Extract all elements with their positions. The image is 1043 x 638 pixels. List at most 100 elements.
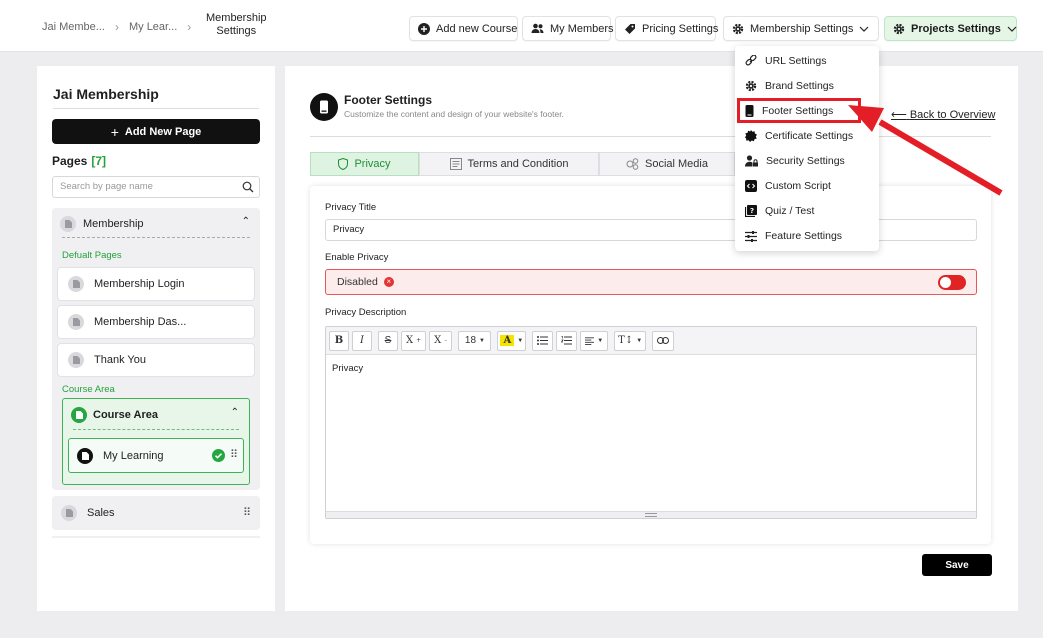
plus-icon: +: [110, 123, 119, 140]
gear-icon: [732, 23, 744, 34]
menu-item-label: Certificate Settings: [765, 130, 854, 142]
page-title: Footer Settings: [344, 93, 433, 107]
text-color-icon: A: [500, 335, 515, 346]
menu-item-feature-settings[interactable]: Feature Settings: [745, 230, 842, 242]
gear-icon: [745, 80, 757, 92]
page-search-input[interactable]: Search by page name: [52, 176, 260, 198]
subscript-button[interactable]: X ₋: [429, 330, 453, 351]
privacy-title-label: Privacy Title: [325, 202, 377, 213]
pages-count: [7]: [91, 154, 107, 168]
site-title: Jai Membership: [53, 86, 259, 109]
menu-item-custom-script[interactable]: Custom Script: [745, 180, 831, 192]
menu-item-label: Custom Script: [765, 180, 831, 192]
page-item-thank-you[interactable]: Thank You: [57, 343, 255, 377]
projects-settings-label: Projects Settings: [911, 22, 1001, 35]
numbered-list-button[interactable]: [556, 330, 578, 351]
drag-handle-icon[interactable]: ⠿: [243, 506, 251, 519]
add-course-button[interactable]: Add new Course: [409, 16, 518, 41]
menu-item-certificate-settings[interactable]: Certificate Settings: [745, 130, 853, 142]
top-bar: Jai Membe... › My Lear... › Membership S…: [0, 0, 1043, 52]
svg-text:?: ?: [750, 207, 754, 215]
italic-button[interactable]: I: [352, 330, 372, 351]
chevron-up-icon[interactable]: ⌃: [231, 407, 239, 418]
sales-label: Sales: [87, 507, 115, 519]
chevron-down-icon: [1007, 26, 1017, 32]
document-icon: [61, 505, 77, 521]
page-item-label: My Learning: [103, 449, 164, 462]
editor-resize-handle[interactable]: [326, 511, 976, 518]
enable-privacy-toggle[interactable]: [938, 275, 966, 290]
document-lines-icon: [449, 158, 462, 170]
menu-item-label: URL Settings: [765, 55, 827, 67]
back-label: Back to Overview: [909, 109, 996, 121]
divider: [62, 237, 250, 238]
default-pages-label: Defualt Pages: [62, 250, 122, 261]
page-item-membership-dashboard[interactable]: Membership Das...: [57, 305, 255, 339]
text-color-button[interactable]: A ▼: [497, 330, 527, 351]
superscript-button[interactable]: X +: [401, 330, 427, 351]
arrow-left-icon: ⟵: [891, 109, 907, 121]
caret-down-icon: ▼: [517, 337, 524, 344]
bullet-list-button[interactable]: [532, 330, 554, 351]
code-icon: [745, 180, 757, 192]
font-size-select[interactable]: 18 ▼: [458, 330, 492, 351]
footer-settings-panel: Footer Settings Customize the content an…: [285, 66, 1018, 611]
menu-item-url-settings[interactable]: URL Settings: [745, 55, 826, 67]
page-item-my-learning[interactable]: My Learning ⠿: [68, 438, 244, 473]
projects-settings-button[interactable]: Projects Settings: [884, 16, 1017, 41]
chevron-up-icon[interactable]: ⌃: [242, 216, 250, 227]
membership-settings-button[interactable]: Membership Settings: [723, 16, 879, 41]
tab-label: Terms and Condition: [467, 158, 569, 170]
editor-toolbar: B I S X + X ₋ 18 ▼ A ▼ ▼ T↕ ▼: [326, 327, 976, 355]
users-icon: [531, 23, 544, 33]
pages-heading: Pages [7]: [52, 154, 106, 168]
menu-item-quiz-test[interactable]: ? Quiz / Test: [745, 205, 814, 217]
strikethrough-button[interactable]: S: [378, 330, 398, 351]
next-group-edge: [52, 536, 260, 538]
breadcrumb-page[interactable]: My Lear...: [129, 21, 177, 33]
link-button[interactable]: [652, 330, 675, 351]
menu-item-security-settings[interactable]: Security Settings: [745, 155, 845, 167]
add-course-label: Add new Course: [436, 22, 518, 35]
settings-tabs: Privacy Terms and Condition Social Media: [310, 152, 735, 176]
page-item-membership-login[interactable]: Membership Login: [57, 267, 255, 301]
tab-label: Social Media: [645, 158, 708, 170]
tab-label: Privacy: [354, 158, 391, 170]
text-style-select[interactable]: T↕ ▼: [614, 330, 647, 351]
bold-button[interactable]: B: [329, 330, 349, 351]
enable-privacy-row: Disabled ×: [325, 269, 977, 295]
privacy-title-input[interactable]: Privacy: [325, 219, 977, 241]
tab-terms[interactable]: Terms and Condition: [419, 152, 599, 176]
align-select[interactable]: ▼: [580, 330, 609, 351]
phone-icon: [310, 93, 338, 121]
course-area-header[interactable]: Course Area: [71, 407, 158, 423]
membership-group-title: Membership: [83, 218, 144, 230]
my-members-button[interactable]: My Members: [522, 16, 614, 41]
menu-item-label: Quiz / Test: [765, 205, 815, 217]
drag-handle-icon[interactable]: ⠿: [230, 448, 238, 461]
document-icon: [77, 447, 93, 464]
back-to-overview-link[interactable]: ⟵ Back to Overview: [891, 108, 995, 121]
numbered-list-icon: [561, 336, 573, 345]
search-icon: [242, 181, 254, 193]
tab-social-media[interactable]: Social Media: [599, 152, 735, 176]
highlight-box: [737, 98, 861, 123]
membership-page-group: Membership ⌃ Defualt Pages Membership Lo…: [52, 208, 260, 490]
divider: [73, 429, 239, 430]
document-icon: [68, 276, 84, 292]
course-area-group: Course Area ⌃ My Learning ⠿: [62, 398, 250, 485]
tab-privacy[interactable]: Privacy: [310, 152, 419, 176]
page-group-sales[interactable]: Sales ⠿: [52, 496, 260, 530]
menu-item-brand-settings[interactable]: Brand Settings: [745, 80, 834, 92]
add-new-page-button[interactable]: + Add New Page: [52, 119, 260, 144]
privacy-description-label: Privacy Description: [325, 307, 407, 318]
shield-icon: [338, 158, 349, 170]
editor-content[interactable]: Privacy: [326, 355, 976, 382]
page-subtitle: Customize the content and design of your…: [344, 109, 564, 119]
chevron-right-icon: ›: [187, 20, 192, 34]
save-button[interactable]: Save: [922, 554, 992, 576]
pricing-settings-button[interactable]: Pricing Settings: [615, 16, 718, 41]
membership-group-header[interactable]: Membership: [60, 216, 144, 232]
breadcrumb-site[interactable]: Jai Membe...: [42, 21, 105, 33]
my-members-label: My Members: [550, 22, 614, 35]
